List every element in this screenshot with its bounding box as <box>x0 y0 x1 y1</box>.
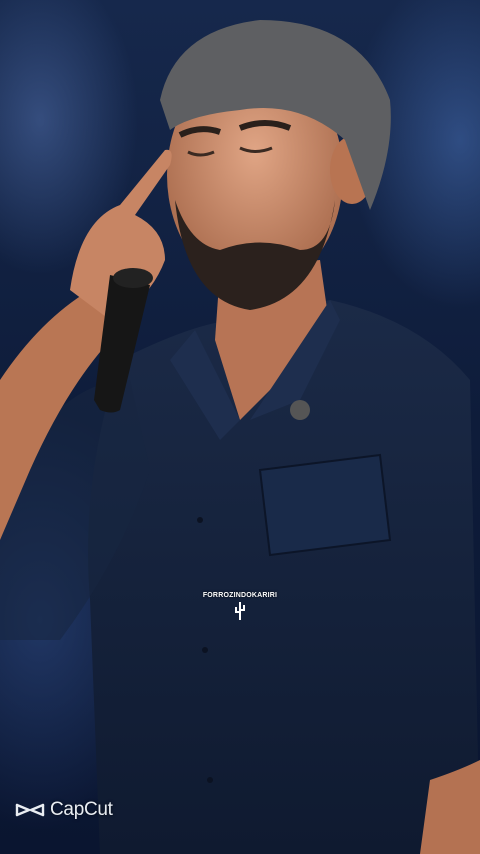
video-frame: FORROZINDOKARIRI CapCut <box>0 0 480 854</box>
shirt-button <box>207 777 213 783</box>
shirt-button <box>202 647 208 653</box>
cactus-icon <box>235 602 245 620</box>
capcut-watermark: CapCut <box>14 796 113 824</box>
microphone-head <box>113 268 153 288</box>
photo <box>0 20 480 854</box>
channel-watermark: FORROZINDOKARIRI <box>180 592 300 621</box>
shirt-button <box>197 517 203 523</box>
shirt-pocket <box>258 453 392 557</box>
capcut-logo-icon <box>15 803 45 817</box>
watermark-text: FORROZINDOKARIRI <box>202 592 278 599</box>
capcut-label: CapCut <box>50 799 113 820</box>
lapel-microphone <box>290 400 310 420</box>
